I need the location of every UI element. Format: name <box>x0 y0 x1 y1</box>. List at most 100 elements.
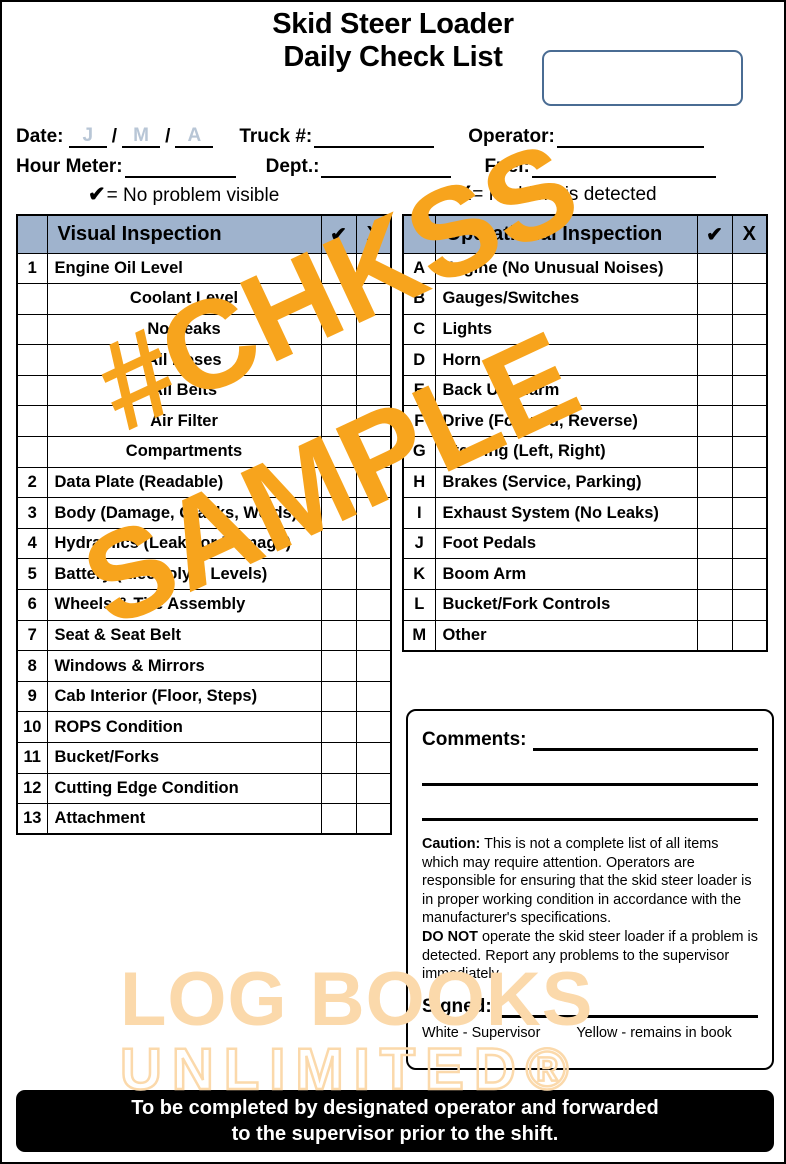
operational-row-number: L <box>402 589 436 621</box>
visual-check-cell[interactable] <box>320 313 357 346</box>
operational-check-cell[interactable] <box>696 436 733 468</box>
visual-check-cell[interactable] <box>320 252 357 285</box>
operational-check-cell[interactable] <box>696 497 733 529</box>
operational-row-label: Engine (No Unusual Noises) <box>434 252 698 285</box>
visual-x-cell[interactable] <box>355 527 392 560</box>
operational-check-cell[interactable] <box>696 374 733 407</box>
visual-x-cell[interactable] <box>355 558 392 591</box>
visual-x-cell[interactable] <box>355 619 392 652</box>
visual-check-cell[interactable] <box>320 619 357 652</box>
operator-input[interactable] <box>556 128 704 148</box>
operational-check-cell[interactable] <box>696 589 733 621</box>
operational-x-cell[interactable] <box>731 313 768 346</box>
unit-number-box[interactable] <box>542 50 743 106</box>
dept-field[interactable]: Dept.: <box>266 156 452 178</box>
visual-x-cell[interactable] <box>355 803 392 835</box>
visual-row-number: 8 <box>16 650 48 682</box>
visual-x-cell[interactable] <box>355 313 392 346</box>
comments-input-line-1[interactable] <box>532 730 758 751</box>
visual-check-cell[interactable] <box>320 711 357 743</box>
operational-x-cell[interactable] <box>731 405 768 438</box>
visual-check-cell[interactable] <box>320 803 357 835</box>
operator-field[interactable]: Operator: <box>468 126 704 148</box>
visual-x-cell[interactable] <box>355 283 392 315</box>
visual-x-cell[interactable] <box>355 436 392 468</box>
visual-row-label: Seat & Seat Belt <box>46 619 322 652</box>
operational-check-cell[interactable] <box>696 466 733 499</box>
visual-row-label: Battery (Electrolyte Levels) <box>46 558 322 591</box>
visual-check-cell[interactable] <box>320 405 357 438</box>
operational-check-cell[interactable] <box>696 313 733 346</box>
operational-check-cell[interactable] <box>696 558 733 591</box>
operational-check-cell[interactable] <box>696 405 733 438</box>
operational-x-cell[interactable] <box>731 589 768 621</box>
visual-x-cell[interactable] <box>355 497 392 529</box>
date-month-input[interactable]: M <box>122 126 161 148</box>
signed-input[interactable] <box>497 997 758 1018</box>
visual-x-cell[interactable] <box>355 711 392 743</box>
operational-x-cell[interactable] <box>731 344 768 376</box>
fuel-field[interactable]: Fuel: <box>484 156 716 178</box>
visual-row-number: 4 <box>16 527 48 560</box>
hour-meter-input[interactable] <box>124 158 236 178</box>
table-header-row: Operational Inspection ✔ X <box>402 214 768 254</box>
operational-x-cell[interactable] <box>731 558 768 591</box>
visual-x-cell[interactable] <box>355 772 392 805</box>
visual-row-number <box>16 313 48 346</box>
visual-x-cell[interactable] <box>355 680 392 713</box>
table-row: M Other <box>402 619 768 652</box>
comments-input-line-3[interactable] <box>422 792 758 821</box>
visual-check-cell[interactable] <box>320 436 357 468</box>
table-row: K Boom Arm <box>402 558 768 591</box>
visual-check-cell[interactable] <box>320 466 357 499</box>
visual-row-number <box>16 374 48 407</box>
visual-x-cell[interactable] <box>355 344 392 376</box>
visual-x-cell[interactable] <box>355 466 392 499</box>
truck-input[interactable] <box>314 128 435 148</box>
comments-input-line-2[interactable] <box>422 757 758 786</box>
visual-row-number: 12 <box>16 772 48 805</box>
operational-check-cell[interactable] <box>696 344 733 376</box>
visual-check-cell[interactable] <box>320 527 357 560</box>
visual-row-label: Compartments <box>46 436 322 468</box>
operational-check-cell[interactable] <box>696 527 733 560</box>
date-day-input[interactable]: J <box>68 126 107 148</box>
operational-x-cell[interactable] <box>731 527 768 560</box>
dept-input[interactable] <box>321 158 452 178</box>
operational-x-cell[interactable] <box>731 436 768 468</box>
visual-check-cell[interactable] <box>320 558 357 591</box>
comments-field[interactable]: Comments: <box>422 729 758 751</box>
visual-x-cell[interactable] <box>355 589 392 621</box>
operational-x-cell[interactable] <box>731 252 768 285</box>
visual-check-cell[interactable] <box>320 374 357 407</box>
visual-row-number: 1 <box>16 252 48 285</box>
signed-field[interactable]: Signed: <box>422 996 758 1018</box>
visual-check-cell[interactable] <box>320 680 357 713</box>
operational-x-cell[interactable] <box>731 619 768 652</box>
visual-x-cell[interactable] <box>355 650 392 682</box>
visual-check-cell[interactable] <box>320 283 357 315</box>
visual-x-cell[interactable] <box>355 405 392 438</box>
operational-x-cell[interactable] <box>731 466 768 499</box>
visual-check-cell[interactable] <box>320 742 357 774</box>
operational-row-label: Boom Arm <box>434 558 698 591</box>
visual-check-cell[interactable] <box>320 772 357 805</box>
operational-x-cell[interactable] <box>731 497 768 529</box>
date-field[interactable]: Date: J / M / A <box>16 126 214 148</box>
date-year-input[interactable]: A <box>175 126 214 148</box>
hour-meter-field[interactable]: Hour Meter: <box>16 156 236 178</box>
visual-x-cell[interactable] <box>355 742 392 774</box>
visual-check-cell[interactable] <box>320 650 357 682</box>
operational-x-cell[interactable] <box>731 374 768 407</box>
visual-check-cell[interactable] <box>320 344 357 376</box>
visual-check-cell[interactable] <box>320 497 357 529</box>
truck-field[interactable]: Truck #: <box>239 126 435 148</box>
operational-check-cell[interactable] <box>696 252 733 285</box>
fuel-input[interactable] <box>531 158 716 178</box>
visual-x-cell[interactable] <box>355 374 392 407</box>
visual-x-cell[interactable] <box>355 252 392 285</box>
operational-check-cell[interactable] <box>696 619 733 652</box>
operational-x-cell[interactable] <box>731 283 768 315</box>
visual-check-cell[interactable] <box>320 589 357 621</box>
operational-check-cell[interactable] <box>696 283 733 315</box>
